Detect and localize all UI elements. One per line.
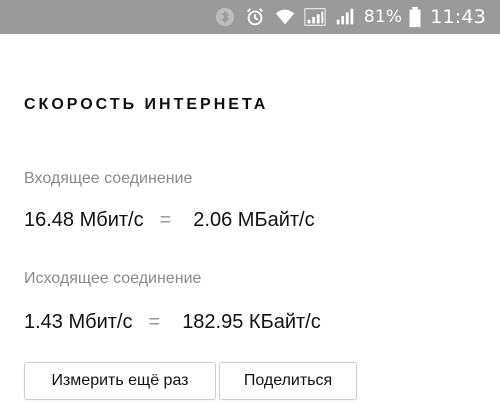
equals-sign: =: [159, 208, 172, 231]
upload-speed-row: 1.43 Мбит/с = 182.95 КБайт/с: [24, 310, 321, 334]
upload-bytes-value: 182.95 КБайт/с: [182, 310, 321, 333]
signal-icon: [300, 0, 330, 34]
wifi-icon: [270, 0, 300, 34]
bluetooth-icon: [210, 0, 240, 34]
status-time: 11:43: [430, 6, 486, 28]
equals-sign: =: [148, 310, 161, 333]
battery-icon: [406, 0, 424, 34]
alarm-icon: [240, 0, 270, 34]
download-bytes-value: 2.06 МБайт/с: [193, 208, 315, 231]
signal-icon: [330, 0, 360, 34]
download-label: Входящее соединение: [24, 170, 193, 187]
download-mbit-value: 16.48 Мбит/с: [24, 208, 144, 231]
status-bar: 81% 11:43: [0, 0, 500, 34]
page-title: СКОРОСТЬ ИНТЕРНЕТА: [24, 96, 269, 113]
battery-percent: 81%: [363, 7, 403, 27]
download-speed-row: 16.48 Мбит/с = 2.06 МБайт/с: [24, 208, 315, 232]
retry-button[interactable]: Измерить ещё раз: [24, 362, 216, 400]
share-button[interactable]: Поделиться: [219, 362, 357, 400]
upload-mbit-value: 1.43 Мбит/с: [24, 310, 133, 333]
upload-label: Исходящее соединение: [24, 270, 202, 287]
